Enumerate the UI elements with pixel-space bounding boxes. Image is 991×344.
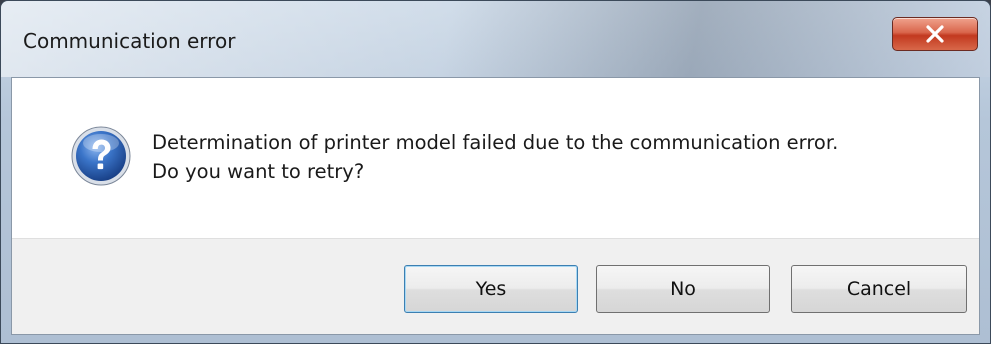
close-icon — [926, 25, 944, 43]
close-button[interactable] — [892, 17, 978, 51]
dialog-message: Determination of printer model failed du… — [152, 128, 838, 186]
message-line-1: Determination of printer model failed du… — [152, 131, 839, 154]
no-button[interactable]: No — [596, 265, 770, 313]
dialog-window: Communication error Determination of pri… — [0, 0, 991, 344]
window-title: Communication error — [23, 29, 236, 53]
yes-button[interactable]: Yes — [404, 265, 578, 313]
cancel-button[interactable]: Cancel — [791, 265, 967, 313]
question-icon — [71, 126, 131, 186]
message-area: Determination of printer model failed du… — [12, 78, 979, 238]
message-line-2: Do you want to retry? — [152, 160, 365, 183]
button-bar: Yes No Cancel — [12, 238, 979, 334]
dialog-client-area: Determination of printer model failed du… — [11, 77, 980, 335]
